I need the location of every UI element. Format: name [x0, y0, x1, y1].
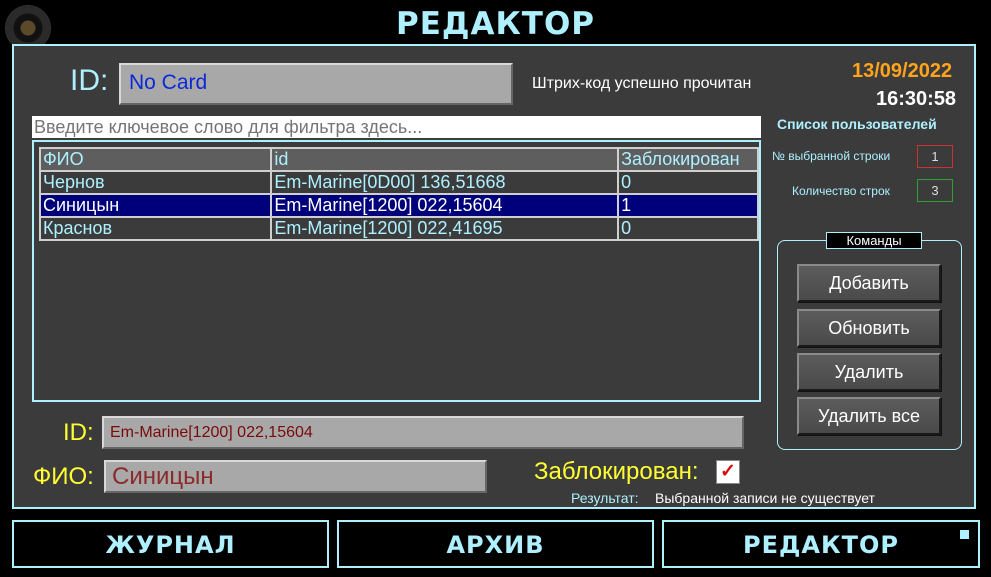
- result-label: Результат:: [571, 490, 639, 506]
- card-id-field[interactable]: No Card: [119, 63, 513, 105]
- nav-journal-button[interactable]: ЖУРНАЛ: [12, 520, 329, 568]
- detail-id-label: ID:: [63, 419, 94, 446]
- blocked-checkbox[interactable]: ✓: [716, 460, 740, 484]
- table-row[interactable]: Синицын Em-Marine[1200] 022,15604 1: [38, 193, 759, 218]
- cell-fio: Чернов: [38, 170, 273, 195]
- refresh-button[interactable]: Обновить: [797, 309, 941, 347]
- column-header-id[interactable]: id: [270, 147, 620, 172]
- table-header-row: ФИО id Заблокирован: [38, 147, 759, 172]
- filter-input[interactable]: [32, 116, 761, 138]
- date-display: 13/09/2022: [852, 60, 953, 82]
- delete-all-button[interactable]: Удалить все: [797, 397, 941, 435]
- cell-id: Em-Marine[0D00] 136,51668: [270, 170, 620, 195]
- detail-id-field[interactable]: Em-Marine[1200] 022,15604: [102, 416, 744, 449]
- status-indicator-icon: [960, 530, 969, 539]
- cell-fio: Краснов: [38, 216, 273, 241]
- table-row[interactable]: Краснов Em-Marine[1200] 022,41695 0: [38, 216, 759, 241]
- selected-row-label: № выбранной строки: [772, 149, 891, 163]
- users-table: ФИО id Заблокирован Чернов Em-Marine[0D0…: [38, 147, 759, 241]
- nav-editor-button[interactable]: РЕДАКТОР: [662, 520, 980, 568]
- blocked-label: Заблокирован:: [534, 458, 699, 485]
- nav-archive-button[interactable]: АРХИВ: [337, 520, 654, 568]
- users-list-title: Список пользователей: [777, 116, 937, 132]
- detail-fio-label: ФИО:: [33, 463, 94, 490]
- column-header-blocked[interactable]: Заблокирован: [617, 147, 759, 172]
- page-title: РЕДАКТОР: [395, 6, 596, 42]
- delete-button[interactable]: Удалить: [797, 353, 941, 391]
- users-table-frame: ФИО id Заблокирован Чернов Em-Marine[0D0…: [32, 140, 761, 402]
- column-header-fio[interactable]: ФИО: [38, 147, 273, 172]
- cell-blocked: 1: [617, 193, 759, 218]
- add-button[interactable]: Добавить: [797, 264, 941, 302]
- cell-blocked: 0: [617, 216, 759, 241]
- cell-id: Em-Marine[1200] 022,41695: [270, 216, 620, 241]
- scan-status-text: Штрих-код успешно прочитан: [532, 75, 752, 92]
- row-count-label: Количество строк: [792, 184, 890, 198]
- detail-fio-field[interactable]: Синицын: [104, 460, 487, 493]
- table-row[interactable]: Чернов Em-Marine[0D00] 136,51668 0: [38, 170, 759, 195]
- card-id-label: ID:: [70, 64, 109, 97]
- commands-title: Команды: [826, 232, 922, 249]
- selected-row-value: 1: [917, 145, 953, 168]
- row-count-value: 3: [917, 179, 953, 202]
- time-display: 16:30:58: [876, 88, 957, 110]
- checkmark-icon: ✓: [720, 461, 736, 482]
- result-text: Выбранной записи не существует: [655, 490, 875, 506]
- cell-fio: Синицын: [38, 193, 273, 218]
- cell-blocked: 0: [617, 170, 759, 195]
- cell-id: Em-Marine[1200] 022,15604: [270, 193, 620, 218]
